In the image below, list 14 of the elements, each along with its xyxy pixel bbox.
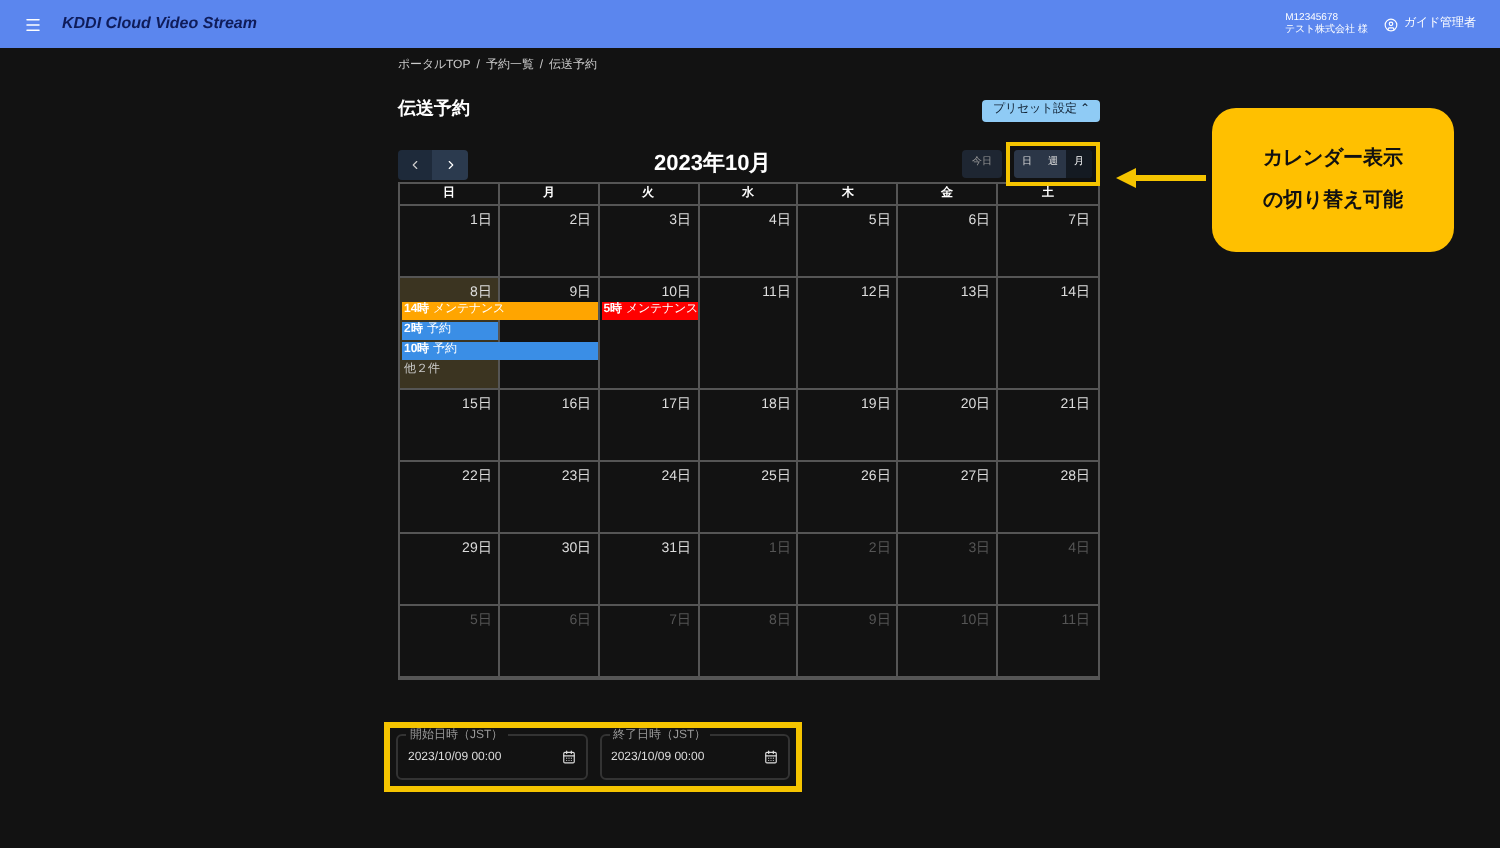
brand-logo[interactable]: KDDI Cloud Video Stream (62, 12, 257, 36)
month-title: 2023年10月 (654, 149, 772, 180)
calendar-icon[interactable] (561, 750, 575, 764)
chevron-left-icon (408, 157, 422, 171)
previous-button[interactable] (398, 149, 432, 179)
callout-text: カレンダー表示 (1263, 145, 1403, 174)
menu-icon[interactable] (24, 15, 42, 33)
calendar-icon[interactable] (764, 750, 778, 764)
callout-text: の切り替え可能 (1263, 187, 1403, 216)
arrow-icon (1116, 168, 1206, 188)
chevron-right-icon (443, 157, 457, 171)
next-button[interactable] (432, 149, 468, 179)
user-icon[interactable] (1384, 17, 1398, 31)
page-title: 伝送予約 (398, 96, 470, 123)
